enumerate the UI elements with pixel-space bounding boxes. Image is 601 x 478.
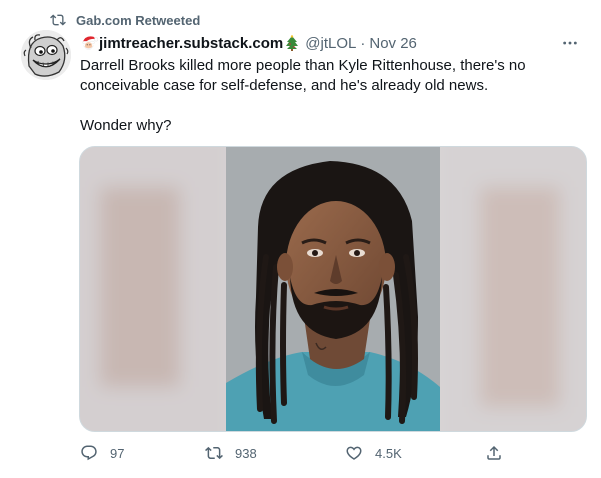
tweet-paragraph: Wonder why? — [80, 117, 172, 134]
tweet-date[interactable]: Nov 26 — [369, 35, 417, 52]
mugshot-photo — [80, 147, 586, 431]
tweet-header: jimtreacher.substack.com @jtLOL · Nov 26 — [80, 32, 581, 54]
display-name[interactable]: jimtreacher.substack.com — [99, 35, 283, 52]
more-options-button[interactable] — [559, 32, 581, 54]
reply-count: 97 — [110, 445, 125, 461]
retweet-label: Gab.com Retweeted — [76, 12, 201, 28]
share-icon — [487, 445, 501, 460]
avatar[interactable] — [21, 30, 71, 80]
christmas-tree-icon — [286, 35, 299, 51]
reply-icon — [81, 445, 97, 461]
tweet[interactable]: Gab.com Retweeted jimtreacher.substack.c… — [0, 0, 601, 478]
like-button[interactable]: 4.5K — [345, 442, 402, 464]
tweet-media-photo[interactable] — [79, 146, 587, 432]
tweet-text: Darrell Brooks killed more people than K… — [80, 56, 580, 136]
santa-face-icon — [82, 36, 98, 50]
avatar-cartoon-face-icon — [21, 30, 71, 80]
header-separator: · — [360, 34, 366, 52]
retweet-icon — [50, 14, 66, 26]
heart-icon — [346, 446, 362, 460]
tweet-actions: 97 938 4.5K — [80, 442, 510, 464]
author-handle[interactable]: @jtLOL — [305, 35, 356, 52]
retweet-count: 938 — [235, 445, 257, 461]
retweet-icon — [205, 446, 223, 460]
retweet-button[interactable]: 938 — [205, 442, 257, 464]
tweet-paragraph: Darrell Brooks killed more people than K… — [80, 57, 526, 94]
like-count: 4.5K — [375, 445, 402, 461]
more-dots-icon — [563, 41, 577, 45]
retweet-context[interactable]: Gab.com Retweeted — [50, 10, 200, 30]
reply-button[interactable]: 97 — [80, 442, 124, 464]
share-button[interactable] — [485, 442, 503, 464]
